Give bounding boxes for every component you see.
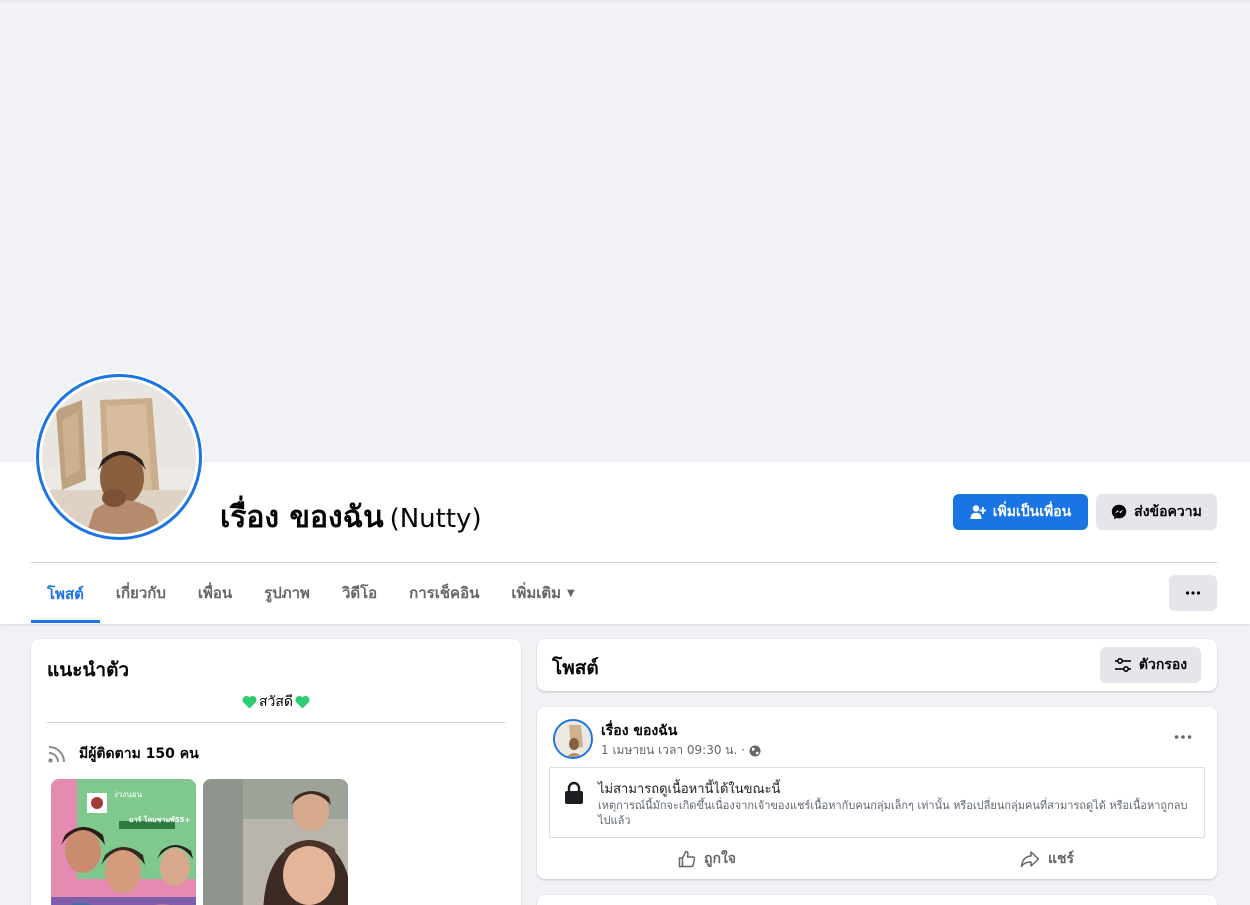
tab-more[interactable]: เพิ่มเติม ▼	[495, 564, 590, 622]
add-friend-button[interactable]: เพิ่มเป็นเพื่อน	[953, 494, 1088, 530]
share-button[interactable]: แชร์	[877, 843, 1217, 875]
post-timestamp[interactable]: 1 เมษายน เวลา 09:30 น. ·	[601, 741, 745, 760]
post-author-avatar[interactable]	[553, 719, 593, 759]
more-dots-icon	[1185, 591, 1201, 595]
followers-text: มีผู้ติดตาม 150 คน	[79, 746, 199, 762]
tab-photos[interactable]: รูปภาพ	[248, 564, 326, 622]
messenger-icon	[1111, 504, 1127, 520]
message-label: ส่งข้อความ	[1134, 504, 1202, 520]
filter-label: ตัวกรอง	[1138, 657, 1188, 673]
tab-about-label: เกี่ยวกับ	[115, 584, 166, 602]
tab-checkins-label: การเช็คอิน	[409, 584, 480, 602]
intro-card: แนะนำตัว สวัสดี มีผู้ติดตาม 150 คน ง่วงน…	[31, 639, 521, 905]
tab-more-label: เพิ่มเติม	[511, 584, 562, 602]
filter-sliders-icon	[1114, 658, 1131, 672]
tab-videos-label: วิดีโอ	[341, 584, 378, 602]
next-post-card	[537, 895, 1217, 905]
profile-photo-illustration	[42, 380, 196, 534]
profile-tabs: โพสต์ เกี่ยวกับ เพื่อน รูปภาพ วิดีโอ การ…	[31, 564, 591, 624]
featured-photo-1-caption-name: ง่วงนอน	[114, 790, 143, 799]
notice-title: ไม่สามารถดูเนื้อหานี้ได้ในขณะนี้	[598, 782, 781, 797]
share-label: แชร์	[1047, 851, 1075, 867]
content-unavailable-notice: ไม่สามารถดูเนื้อหานี้ได้ในขณะนี้ เหตุการ…	[549, 767, 1205, 838]
posts-header-title: โพสต์	[552, 657, 599, 679]
profile-display-name: เรื่อง ของฉัน	[220, 500, 384, 535]
tab-posts[interactable]: โพสต์	[31, 564, 100, 623]
featured-photo-1-caption-text: มาร์ โคมชามพ์55+	[129, 816, 191, 824]
filter-button[interactable]: ตัวกรอง	[1100, 647, 1201, 683]
cover-photo-area	[0, 0, 1250, 462]
tab-about[interactable]: เกี่ยวกับ	[100, 564, 182, 622]
post-meta: 1 เมษายน เวลา 09:30 น. ·	[601, 741, 761, 760]
intro-title: แนะนำตัว	[47, 659, 130, 681]
green-heart-icon	[242, 695, 257, 709]
header-divider	[31, 562, 1217, 563]
post-author-name[interactable]: เรื่อง ของฉัน	[601, 720, 677, 742]
tab-photos-label: รูปภาพ	[264, 584, 310, 602]
green-heart-icon	[295, 695, 310, 709]
tab-posts-label: โพสต์	[47, 584, 84, 603]
globe-icon	[749, 745, 761, 756]
tab-friends-label: เพื่อน	[197, 584, 233, 602]
top-bar-edge	[0, 0, 1250, 3]
profile-alternate-name: (Nutty)	[389, 504, 482, 534]
post-options-button[interactable]	[1167, 721, 1199, 753]
profile-picture[interactable]	[34, 372, 204, 542]
profile-photo-image	[42, 380, 196, 534]
like-button[interactable]: ถูกใจ	[537, 843, 877, 875]
message-button[interactable]: ส่งข้อความ	[1096, 494, 1217, 530]
followers-row: มีผู้ติดตาม 150 คน	[47, 743, 199, 765]
tab-checkins[interactable]: การเช็คอิน	[393, 564, 495, 622]
notice-body: เหตุการณ์นี้มักจะเกิดขึ้นเนื่องจากเจ้าขอ…	[598, 799, 1188, 827]
lock-icon	[565, 781, 583, 804]
profile-name: เรื่อง ของฉัน (Nutty)	[220, 494, 482, 541]
rss-followers-icon	[48, 746, 65, 763]
featured-photo-2[interactable]	[203, 779, 348, 905]
intro-divider	[47, 722, 505, 723]
intro-bio-text: สวัสดี	[258, 694, 294, 710]
add-friend-icon	[970, 505, 986, 519]
post-card: เรื่อง ของฉัน 1 เมษายน เวลา 09:30 น. · ไ…	[537, 707, 1217, 879]
posts-header-card: โพสต์ ตัวกรอง	[537, 639, 1217, 691]
more-dots-icon	[1174, 735, 1192, 739]
intro-bio: สวัสดี	[31, 691, 521, 713]
share-arrow-icon	[1020, 851, 1040, 868]
post-actions: ถูกใจ แชร์	[537, 843, 1217, 875]
tab-friends[interactable]: เพื่อน	[182, 564, 248, 622]
more-options-button[interactable]	[1169, 575, 1217, 611]
chevron-down-icon: ▼	[567, 587, 575, 599]
like-label: ถูกใจ	[704, 851, 736, 867]
add-friend-label: เพิ่มเป็นเพื่อน	[992, 504, 1072, 520]
featured-photo-1[interactable]: ง่วงนอน มาร์ โคมชามพ์55+	[51, 779, 196, 905]
like-thumb-icon	[678, 850, 696, 868]
tab-videos[interactable]: วิดีโอ	[326, 564, 393, 622]
featured-photo-2-image	[203, 779, 348, 905]
post-author-avatar-image	[555, 721, 591, 757]
